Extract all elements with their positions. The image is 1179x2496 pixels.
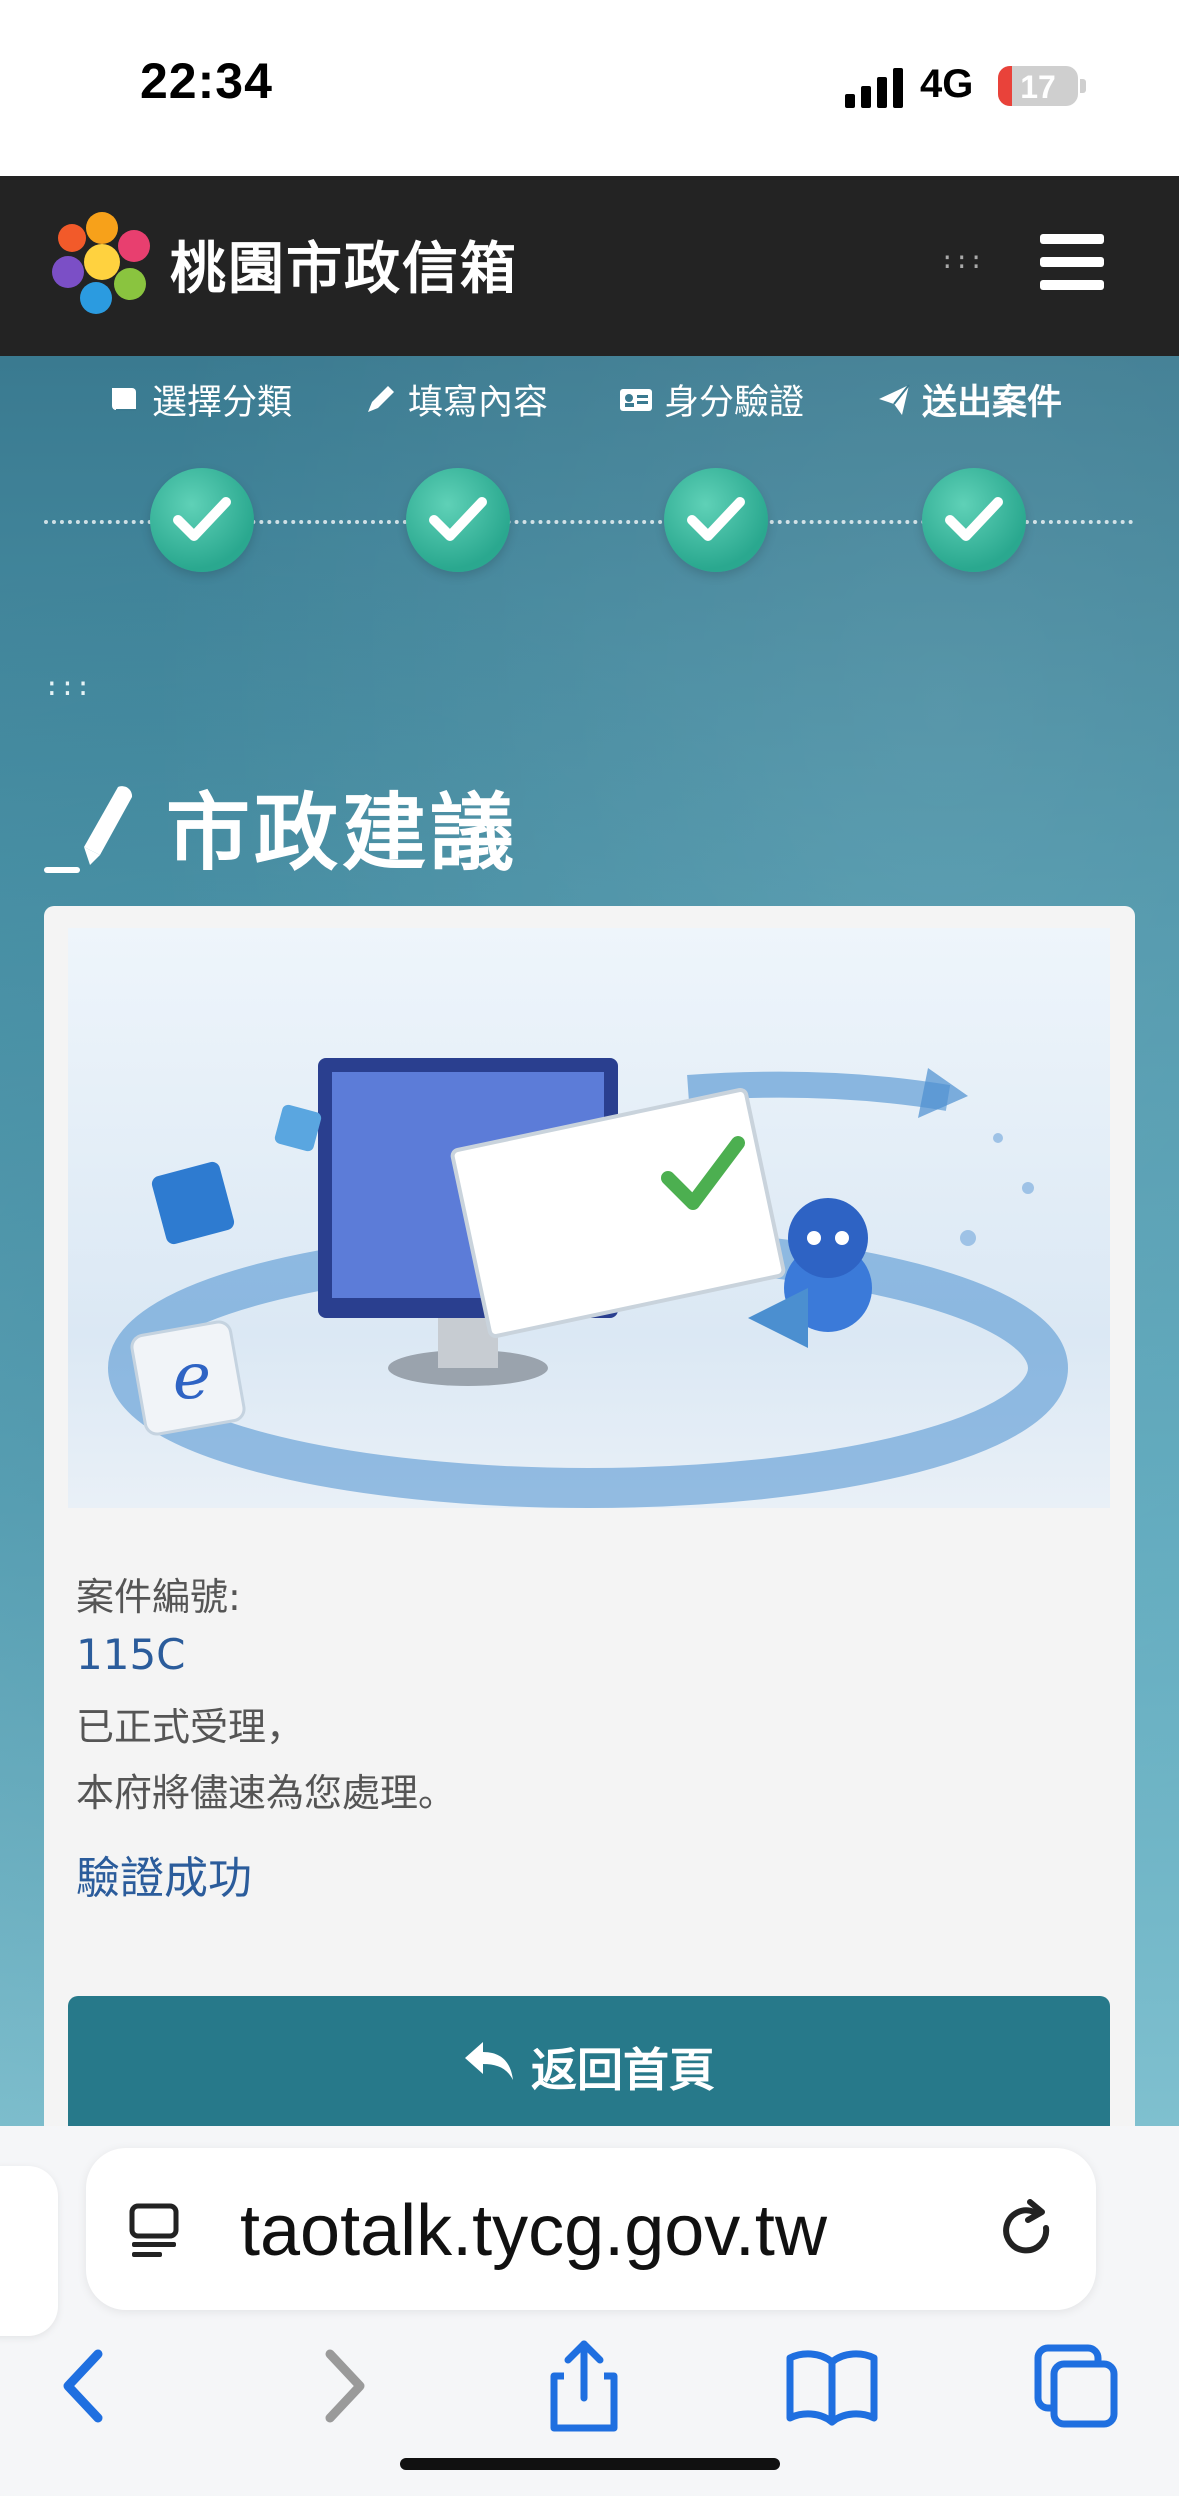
page-menu-icon[interactable] — [126, 2200, 186, 2260]
back-icon[interactable] — [36, 2336, 136, 2436]
menu-button[interactable] — [1040, 234, 1104, 290]
cellular-signal-icon — [845, 68, 903, 108]
main-content: 選擇分類 填寫內容 身分驗證 送出案件 ::: 市政建議 e 案件編號: 115… — [0, 356, 1179, 2126]
return-home-button[interactable]: 返回首頁 — [68, 1996, 1110, 2126]
checkmark-icon — [173, 497, 231, 541]
battery-nub — [1080, 79, 1086, 93]
url-text[interactable]: taotalk.tycg.gov.tw — [240, 2190, 827, 2272]
book-icon — [112, 387, 136, 411]
network-type: 4G — [920, 62, 974, 106]
case-number-value: 115C — [76, 1630, 186, 1679]
forward-icon[interactable] — [292, 2336, 392, 2436]
accesskey-anchor-top[interactable]: ::: — [940, 246, 983, 274]
tabs-icon[interactable] — [1026, 2336, 1126, 2436]
hamburger-line — [1040, 234, 1104, 244]
page-heading: 市政建議 — [44, 766, 518, 887]
previous-tab-preview[interactable] — [0, 2166, 58, 2336]
step-label: 身分驗證 — [664, 383, 805, 423]
verification-status: 驗證成功 — [76, 1853, 252, 1904]
processing-message: 本府將儘速為您處理。 — [76, 1771, 457, 1815]
step-submit-case: 送出案件 — [876, 374, 1062, 425]
step-3-check — [664, 468, 768, 572]
step-label: 送出案件 — [922, 383, 1063, 423]
step-labels: 選擇分類 填寫內容 身分驗證 送出案件 — [0, 374, 1179, 434]
battery-icon: 17 — [998, 66, 1078, 106]
bookmarks-icon[interactable] — [782, 2336, 882, 2436]
checkmark-icon — [429, 497, 487, 541]
browser-toolbar: taotalk.tycg.gov.tw — [0, 2126, 1179, 2496]
step-fill-content: 填寫內容 — [362, 374, 548, 425]
result-card: e 案件編號: 115C 已正式受理， 本府將儘速為您處理。 驗證成功 返回首頁 — [44, 906, 1135, 2126]
id-card-icon — [620, 388, 652, 411]
step-4-check — [922, 468, 1026, 572]
clock: 22:34 — [140, 53, 273, 109]
site-title[interactable]: 桃園市政信箱 — [170, 224, 518, 305]
page-title: 市政建議 — [166, 784, 519, 882]
hamburger-line — [1040, 257, 1104, 267]
pencil-icon — [368, 385, 394, 412]
case-number-label: 案件編號: — [76, 1575, 241, 1619]
paper-plane-icon — [879, 383, 910, 415]
home-indicator — [400, 2458, 780, 2470]
quill-pen-icon — [44, 785, 133, 873]
site-header: 桃園市政信箱 ::: — [0, 176, 1179, 356]
hamburger-line — [1040, 280, 1104, 290]
step-label: 填寫內容 — [408, 383, 549, 423]
checkmark-icon — [945, 497, 1003, 541]
accesskey-anchor-main[interactable]: ::: — [44, 672, 91, 702]
reply-arrow-icon — [465, 2042, 513, 2080]
svg-text:e: e — [173, 1340, 211, 1414]
taoyuan-logo-icon[interactable] — [46, 206, 158, 318]
reload-icon[interactable] — [996, 2198, 1060, 2262]
address-bar[interactable]: taotalk.tycg.gov.tw — [86, 2148, 1096, 2310]
hero-illustration: e — [68, 928, 1110, 1508]
accepted-message: 已正式受理， — [76, 1705, 305, 1749]
share-icon[interactable] — [534, 2336, 634, 2436]
step-1-check — [150, 468, 254, 572]
checkmark-icon — [687, 497, 745, 541]
step-label: 選擇分類 — [152, 383, 293, 423]
battery-percent: 17 — [1020, 69, 1056, 105]
step-identity-verify: 身分驗證 — [618, 374, 804, 425]
step-select-category: 選擇分類 — [106, 374, 292, 425]
return-home-label: 返回首頁 — [531, 2043, 715, 2097]
step-2-check — [406, 468, 510, 572]
status-bar: 22:34 4G 17 — [0, 0, 1179, 176]
